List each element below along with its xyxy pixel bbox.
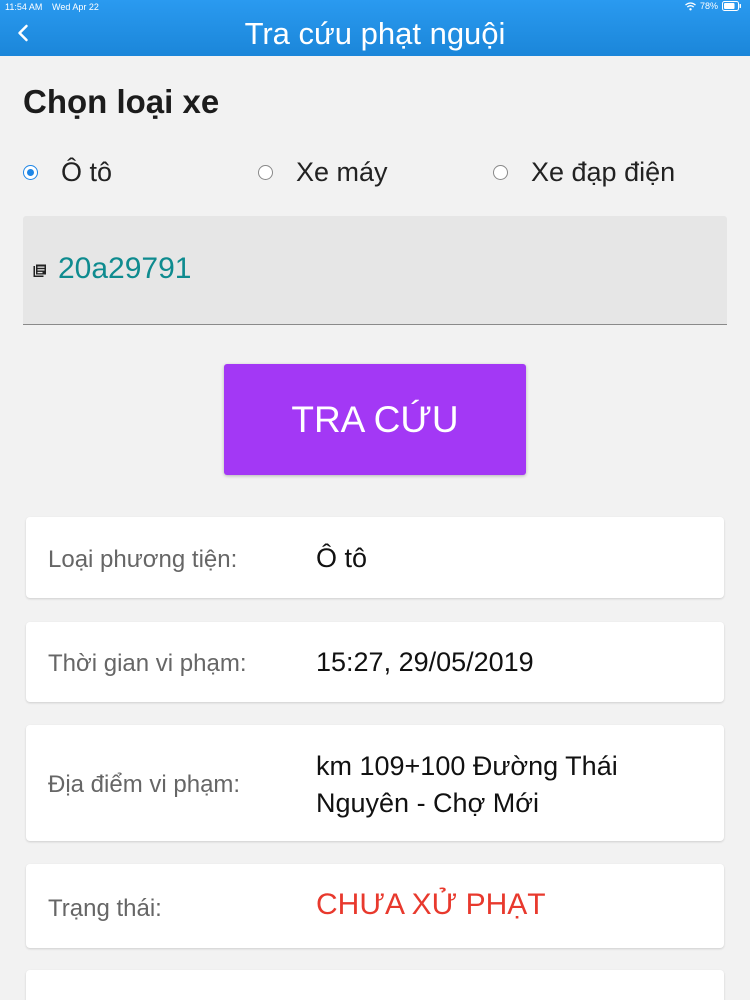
search-button[interactable]: TRA CỨU	[224, 364, 526, 475]
battery-percent: 78%	[699, 1, 718, 11]
status-label: Trạng thái:	[48, 895, 162, 922]
result-vehicle-type: Loại phương tiện: Ô tô	[26, 517, 724, 598]
vehicle-type-label: Loại phương tiện:	[48, 546, 238, 573]
radio-label: Ô tô	[61, 156, 113, 187]
status-badge: CHƯA XỬ PHẠT	[316, 888, 546, 921]
violation-time-label: Thời gian vi phạm:	[48, 650, 247, 677]
wifi-icon	[685, 1, 696, 11]
app-header: 11:54 AM Wed Apr 22 78% Tra cứu phạt ngu…	[0, 0, 750, 56]
radio-xe-dap-dien[interactable]: Xe đạp điện	[493, 152, 675, 192]
result-violation-location: Địa điểm vi phạm: km 109+100 Đường Thái …	[26, 725, 724, 841]
license-plate-value[interactable]: 20a29791	[58, 252, 191, 286]
radio-label: Xe đạp điện	[531, 156, 676, 187]
document-icon	[33, 263, 48, 283]
page-title: Tra cứu phạt nguội	[244, 16, 506, 51]
violation-location-line2: Nguyên - Chợ Mới	[316, 788, 539, 818]
status-date: Wed Apr 22	[52, 2, 99, 12]
status-indicators: 78%	[685, 1, 742, 11]
radio-o-to[interactable]: Ô tô	[23, 152, 112, 192]
violation-location-line1: km 109+100 Đường Thái	[316, 751, 618, 781]
radio-xe-may[interactable]: Xe máy	[258, 152, 388, 192]
result-violation-time: Thời gian vi phạm: 15:27, 29/05/2019	[26, 622, 724, 702]
license-plate-input[interactable]: 20a29791	[23, 216, 727, 325]
vehicle-type-value: Ô tô	[316, 543, 368, 573]
violation-location-label: Địa điểm vi phạm:	[48, 771, 241, 798]
section-title: Chọn loại xe	[23, 83, 220, 120]
radio-button[interactable]	[493, 164, 508, 180]
radio-label: Xe máy	[296, 156, 388, 187]
battery-icon	[722, 1, 742, 11]
radio-button-checked[interactable]	[23, 164, 38, 180]
result-status: Trạng thái: CHƯA XỬ PHẠT	[26, 864, 724, 948]
status-time: 11:54 AM	[5, 2, 43, 12]
radio-button[interactable]	[258, 164, 273, 180]
result-card-partial	[26, 970, 724, 1000]
status-bar: 11:54 AM Wed Apr 22 78%	[0, 0, 750, 14]
violation-time-value: 15:27, 29/05/2019	[316, 647, 534, 677]
